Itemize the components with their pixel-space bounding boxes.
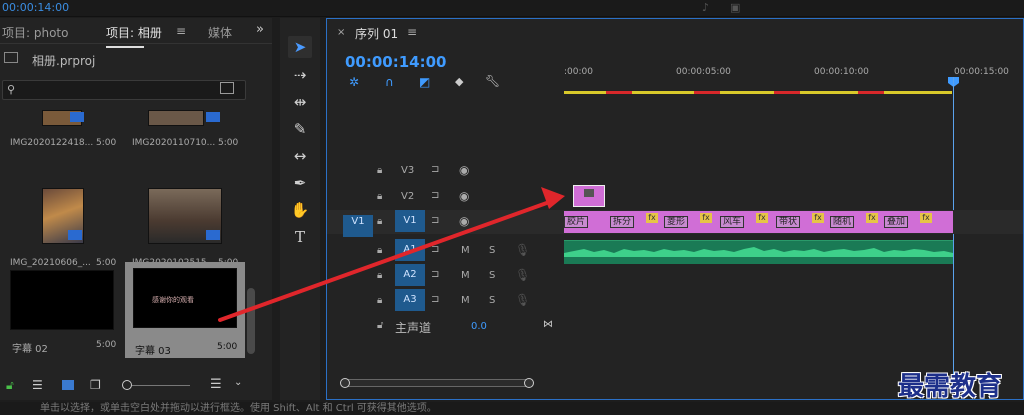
watermark-logo: 最需教育: [898, 372, 1003, 402]
annotation-arrow: [218, 187, 565, 322]
status-bar: 单击以选择，或单击空白处并拖动以进行框选。使用 Shift、Alt 和 Ctrl…: [0, 402, 1024, 415]
